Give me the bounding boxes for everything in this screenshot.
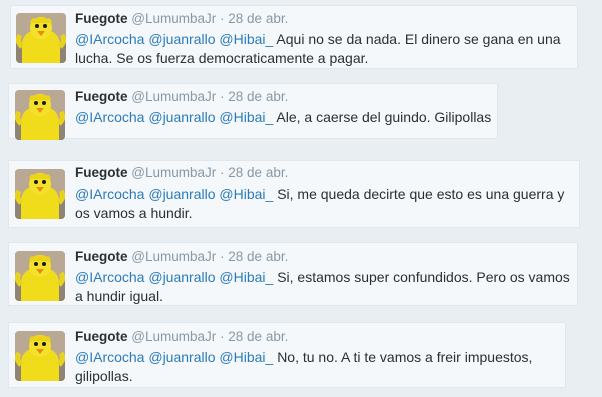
tweet-date[interactable]: 28 de abr. [228,11,288,26]
chicken-avatar-icon [16,13,66,63]
avatar[interactable] [16,13,66,63]
mention-link[interactable]: @IArcocha [75,109,144,125]
mention-link[interactable]: @IArcocha [75,186,144,202]
chicken-avatar-icon [15,331,65,381]
chicken-avatar-icon [15,169,65,219]
mention-link[interactable]: @Hibai_ [219,269,273,285]
tweet-header: Fuegote @LumumbaJr · 28 de abr. [75,89,288,105]
tweet-card[interactable]: Fuegote @LumumbaJr · 28 de abr. @IArcoch… [8,83,498,140]
avatar[interactable] [15,331,65,381]
tweet-header: Fuegote @LumumbaJr · 28 de abr. [75,165,288,181]
tweet-date[interactable]: 28 de abr. [228,89,288,104]
author-handle[interactable]: @LumumbaJr [131,329,216,344]
tweet-card[interactable]: Fuegote @LumumbaJr · 28 de abr. @IArcoch… [8,322,566,388]
avatar[interactable] [15,169,65,219]
author-name[interactable]: Fuegote [75,249,128,264]
author-name[interactable]: Fuegote [75,11,128,26]
mention-link[interactable]: @Hibai_ [219,186,273,202]
meta-separator: · [220,329,225,344]
tweet-text: @IArcocha @juanrallo @Hibai_ Ale, a caer… [75,108,495,127]
meta-separator: · [220,249,225,264]
tweet-message: Ale, a caerse del guindo. Gilipollas [276,109,492,125]
author-handle[interactable]: @LumumbaJr [131,89,216,104]
author-name[interactable]: Fuegote [75,89,128,104]
tweet-header: Fuegote @LumumbaJr · 28 de abr. [75,11,288,27]
tweet-message: No, tu no. A ti te vamos a freir impuest… [75,349,533,384]
tweet-header: Fuegote @LumumbaJr · 28 de abr. [75,249,288,265]
avatar[interactable] [15,90,65,140]
mention-link[interactable]: @IArcocha [75,349,144,365]
tweet-card[interactable]: Fuegote @LumumbaJr · 28 de abr. @IArcoch… [8,242,578,306]
chicken-avatar-icon [15,251,65,301]
meta-separator: · [220,165,225,180]
mention-link[interactable]: @Hibai_ [219,349,273,365]
author-name[interactable]: Fuegote [75,165,128,180]
chicken-avatar-icon [15,90,65,140]
author-handle[interactable]: @LumumbaJr [131,11,216,26]
author-handle[interactable]: @LumumbaJr [131,249,216,264]
tweet-text: @IArcocha @juanrallo @Hibai_ Si, me qued… [75,185,578,223]
mention-link[interactable]: @juanrallo [148,269,215,285]
mention-link[interactable]: @IArcocha [75,269,144,285]
meta-separator: · [220,11,225,26]
tweet-card[interactable]: Fuegote @LumumbaJr · 28 de abr. @IArcoch… [8,160,580,228]
mention-link[interactable]: @Hibai_ [219,109,273,125]
author-name[interactable]: Fuegote [75,329,128,344]
mention-link[interactable]: @juanrallo [148,349,215,365]
tweet-header: Fuegote @LumumbaJr · 28 de abr. [75,329,288,345]
mention-link[interactable]: @juanrallo [148,31,215,47]
author-handle[interactable]: @LumumbaJr [131,165,216,180]
tweet-date[interactable]: 28 de abr. [228,329,288,344]
mention-link[interactable]: @juanrallo [148,109,215,125]
tweet-date[interactable]: 28 de abr. [228,165,288,180]
tweet-card[interactable]: Fuegote @LumumbaJr · 28 de abr. @IArcoch… [10,5,578,69]
mention-link[interactable]: @juanrallo [148,186,215,202]
mention-link[interactable]: @IArcocha [75,31,144,47]
tweet-text: @IArcocha @juanrallo @Hibai_ Si, estamos… [75,268,575,306]
tweet-text: @IArcocha @juanrallo @Hibai_ Aqui no se … [75,30,575,68]
meta-separator: · [220,89,225,104]
tweet-text: @IArcocha @juanrallo @Hibai_ No, tu no. … [75,348,563,386]
mention-link[interactable]: @Hibai_ [219,31,273,47]
tweet-date[interactable]: 28 de abr. [228,249,288,264]
avatar[interactable] [15,251,65,301]
